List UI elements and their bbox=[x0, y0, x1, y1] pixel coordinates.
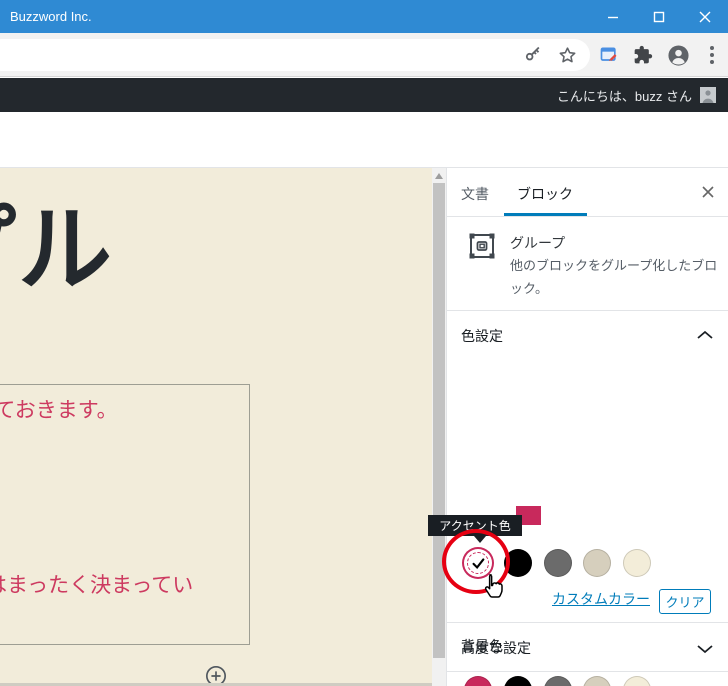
color-settings-title[interactable]: 色設定 bbox=[461, 326, 503, 346]
check-icon bbox=[470, 555, 486, 571]
group-block-icon bbox=[467, 231, 497, 261]
app-window: Buzzword Inc. こんに bbox=[0, 0, 728, 686]
post-title-partial[interactable]: プル bbox=[0, 198, 114, 301]
swatch-tan[interactable] bbox=[583, 549, 611, 577]
settings-sidebar: 文書 ブロック グループ 他のブロックをグループ化したブロック。 色設定 bbox=[446, 168, 728, 686]
accent-clear-button[interactable]: クリア bbox=[659, 589, 711, 614]
maximize-button[interactable] bbox=[636, 0, 682, 33]
tab-block[interactable]: ブロック bbox=[517, 184, 573, 204]
editor-canvas[interactable]: プル 書いておきます。 的にはまったく決まってい bbox=[0, 168, 432, 686]
hand-cursor bbox=[480, 573, 506, 603]
swatch-cream[interactable] bbox=[623, 676, 651, 686]
window-titlebar: Buzzword Inc. bbox=[0, 0, 728, 33]
user-greeting[interactable]: こんにちは、buzz さん bbox=[557, 86, 692, 105]
extension-page-edit-icon[interactable] bbox=[599, 45, 619, 65]
close-button[interactable] bbox=[682, 0, 728, 33]
browser-toolbar bbox=[0, 33, 728, 77]
extensions-puzzle-icon[interactable] bbox=[633, 45, 653, 65]
browser-menu-icon[interactable] bbox=[704, 41, 720, 69]
wp-admin-bar: こんにちは、buzz さん bbox=[0, 78, 728, 112]
advanced-settings-panel[interactable]: 高度な設定 bbox=[447, 622, 728, 672]
bookmark-star-icon[interactable] bbox=[557, 45, 578, 66]
sidebar-tabs: 文書 ブロック bbox=[447, 168, 728, 217]
swatch-crimson[interactable] bbox=[464, 676, 492, 686]
window-title: Buzzword Inc. bbox=[10, 9, 92, 24]
close-icon bbox=[699, 11, 711, 23]
chevron-down-icon[interactable] bbox=[696, 643, 714, 655]
user-avatar[interactable] bbox=[700, 87, 716, 103]
scrollbar-up-arrow[interactable] bbox=[435, 173, 443, 179]
color-settings-panel: 色設定 アクセント色 カスタムカラー クリア 背景色 bbox=[447, 311, 728, 622]
paragraph-text-line[interactable]: 書いておきます。 bbox=[0, 394, 118, 424]
key-icon[interactable] bbox=[523, 45, 543, 65]
chevron-up-icon[interactable] bbox=[696, 329, 714, 341]
close-icon bbox=[701, 185, 715, 199]
block-description: 他のブロックをグループ化したブロック。 bbox=[510, 255, 718, 301]
block-info-card: グループ 他のブロックをグループ化したブロック。 bbox=[447, 217, 728, 311]
active-tab-underline bbox=[504, 213, 587, 216]
maximize-icon bbox=[653, 11, 665, 23]
editor-header: 下書き保存 プレビュー 公開 bbox=[0, 112, 728, 168]
minimize-icon bbox=[607, 11, 619, 23]
tooltip-arrow bbox=[474, 536, 486, 543]
address-bar[interactable] bbox=[0, 39, 590, 71]
group-block-outline[interactable]: 書いておきます。 的にはまったく決まってい bbox=[0, 384, 250, 645]
swatch-tan[interactable] bbox=[583, 676, 611, 686]
swatch-black[interactable] bbox=[504, 549, 532, 577]
advanced-settings-title[interactable]: 高度な設定 bbox=[461, 638, 531, 658]
swatch-gray[interactable] bbox=[544, 549, 572, 577]
swatch-cream[interactable] bbox=[623, 549, 651, 577]
tab-document[interactable]: 文書 bbox=[461, 184, 489, 204]
block-name: グループ bbox=[510, 233, 565, 253]
accent-color-tooltip: アクセント色 bbox=[428, 515, 522, 536]
accent-custom-color-link[interactable]: カスタムカラー bbox=[552, 589, 650, 609]
minimize-button[interactable] bbox=[590, 0, 636, 33]
profile-avatar-icon[interactable] bbox=[667, 44, 690, 67]
scrollbar-thumb[interactable] bbox=[433, 183, 445, 658]
swatch-black[interactable] bbox=[504, 676, 532, 686]
canvas-scrollbar[interactable] bbox=[432, 168, 446, 686]
sidebar-close-button[interactable] bbox=[698, 182, 718, 202]
paragraph-text-line[interactable]: 的にはまったく決まってい bbox=[0, 569, 193, 599]
swatch-gray[interactable] bbox=[544, 676, 572, 686]
